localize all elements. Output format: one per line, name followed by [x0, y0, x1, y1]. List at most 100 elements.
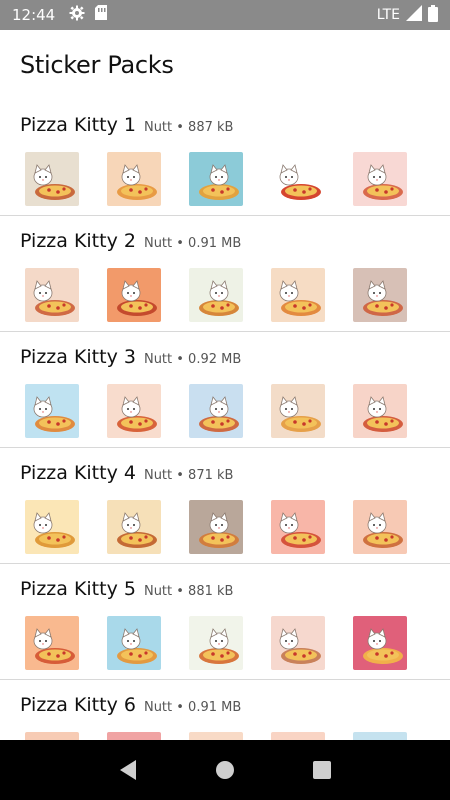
pizza-kitty-sticker-image	[271, 616, 325, 670]
home-icon	[215, 761, 234, 779]
sticker-preview-row	[20, 152, 430, 206]
sticker-thumbnail[interactable]	[189, 500, 243, 554]
sticker-pack-list[interactable]: Pizza Kitty 1 Nutt • 887 kB Pizza Kitty 2 N…	[0, 100, 450, 740]
sticker-pack-row[interactable]: Pizza Kitty 6 Nutt • 0.91 MB	[0, 680, 450, 740]
sticker-pack-name: Pizza Kitty 6	[20, 694, 136, 716]
sticker-thumbnail[interactable]	[189, 268, 243, 322]
pizza-kitty-sticker-image	[189, 384, 243, 438]
pizza-kitty-sticker-image	[189, 152, 243, 206]
status-time: 12:44	[12, 6, 56, 24]
sticker-pack-row[interactable]: Pizza Kitty 3 Nutt • 0.92 MB	[0, 332, 450, 448]
sticker-pack-name: Pizza Kitty 3	[20, 346, 136, 368]
sticker-pack-meta: Nutt • 0.92 MB	[143, 352, 242, 367]
recents-button[interactable]	[302, 750, 342, 790]
recents-icon	[312, 761, 331, 779]
sticker-pack-header: Pizza Kitty 6 Nutt • 0.91 MB	[20, 694, 430, 718]
sticker-preview-row	[20, 500, 430, 554]
sticker-pack-row[interactable]: Pizza Kitty 5 Nutt • 881 kB	[0, 564, 450, 680]
sticker-thumbnail[interactable]	[25, 500, 79, 554]
sticker-thumbnail[interactable]	[353, 384, 407, 438]
pizza-kitty-sticker-image	[271, 268, 325, 322]
sticker-thumbnail[interactable]	[25, 616, 79, 670]
sticker-pack-name: Pizza Kitty 5	[20, 578, 136, 600]
status-icons-left	[69, 5, 108, 26]
sticker-thumbnail[interactable]	[353, 268, 407, 322]
sticker-thumbnail[interactable]	[25, 732, 79, 740]
pizza-kitty-sticker-image	[353, 152, 407, 206]
sticker-pack-row[interactable]: Pizza Kitty 4 Nutt • 871 kB	[0, 448, 450, 564]
sticker-pack-header: Pizza Kitty 1 Nutt • 887 kB	[20, 114, 430, 138]
pizza-kitty-sticker-image	[107, 616, 161, 670]
pizza-kitty-sticker-image	[353, 384, 407, 438]
pizza-kitty-sticker-image	[353, 732, 407, 740]
back-button[interactable]	[108, 750, 148, 790]
pizza-kitty-sticker-image	[271, 152, 325, 206]
sticker-preview-row	[20, 268, 430, 322]
sticker-thumbnail[interactable]	[271, 268, 325, 322]
pizza-kitty-sticker-image	[353, 500, 407, 554]
sticker-pack-header: Pizza Kitty 3 Nutt • 0.92 MB	[20, 346, 430, 370]
sticker-thumbnail[interactable]	[271, 616, 325, 670]
sticker-thumbnail[interactable]	[189, 732, 243, 740]
pizza-kitty-sticker-image	[107, 152, 161, 206]
sticker-thumbnail[interactable]	[353, 500, 407, 554]
sticker-thumbnail[interactable]	[107, 384, 161, 438]
pizza-kitty-sticker-image	[107, 384, 161, 438]
sticker-thumbnail[interactable]	[107, 152, 161, 206]
sticker-preview-row	[20, 732, 430, 740]
sticker-thumbnail[interactable]	[271, 384, 325, 438]
sticker-preview-row	[20, 384, 430, 438]
pizza-kitty-sticker-image	[25, 152, 79, 206]
pizza-kitty-sticker-image	[271, 500, 325, 554]
sticker-thumbnail[interactable]	[271, 152, 325, 206]
sticker-thumbnail[interactable]	[189, 384, 243, 438]
sticker-pack-header: Pizza Kitty 2 Nutt • 0.91 MB	[20, 230, 430, 254]
pizza-kitty-sticker-image	[271, 384, 325, 438]
sticker-pack-row[interactable]: Pizza Kitty 1 Nutt • 887 kB	[0, 100, 450, 216]
sticker-pack-name: Pizza Kitty 1	[20, 114, 136, 136]
battery-icon	[428, 4, 438, 26]
status-bar: 12:44 LTE	[0, 0, 450, 30]
sticker-pack-row[interactable]: Pizza Kitty 2 Nutt • 0.91 MB	[0, 216, 450, 332]
sticker-thumbnail[interactable]	[189, 616, 243, 670]
gear-icon	[69, 5, 85, 26]
sticker-thumbnail[interactable]	[271, 500, 325, 554]
sticker-thumbnail[interactable]	[271, 732, 325, 740]
page-title: Sticker Packs	[20, 51, 174, 79]
pizza-kitty-sticker-image	[189, 616, 243, 670]
pizza-kitty-sticker-image	[25, 384, 79, 438]
sticker-thumbnail[interactable]	[25, 268, 79, 322]
pizza-kitty-sticker-image	[189, 500, 243, 554]
pizza-kitty-sticker-image	[25, 268, 79, 322]
navigation-bar	[0, 740, 450, 800]
pizza-kitty-sticker-image	[25, 732, 79, 740]
sticker-pack-meta: Nutt • 0.91 MB	[143, 236, 242, 251]
sticker-pack-name: Pizza Kitty 2	[20, 230, 136, 252]
status-right: LTE	[376, 4, 438, 26]
sticker-thumbnail[interactable]	[25, 384, 79, 438]
pizza-kitty-sticker-image	[353, 268, 407, 322]
pizza-kitty-sticker-image	[189, 268, 243, 322]
sticker-thumbnail[interactable]	[107, 500, 161, 554]
pizza-kitty-sticker-image	[189, 732, 243, 740]
signal-icon	[406, 5, 422, 25]
sticker-pack-header: Pizza Kitty 5 Nutt • 881 kB	[20, 578, 430, 602]
sticker-thumbnail[interactable]	[353, 732, 407, 740]
sticker-pack-meta: Nutt • 881 kB	[143, 584, 234, 599]
home-button[interactable]	[205, 750, 245, 790]
sticker-thumbnail[interactable]	[107, 616, 161, 670]
pizza-kitty-sticker-image	[25, 616, 79, 670]
app-header: Sticker Packs	[0, 30, 450, 100]
network-label: LTE	[376, 7, 400, 23]
sticker-thumbnail[interactable]	[107, 732, 161, 740]
pizza-kitty-sticker-image	[271, 732, 325, 740]
pizza-kitty-sticker-image	[25, 500, 79, 554]
sticker-thumbnail[interactable]	[353, 152, 407, 206]
sticker-thumbnail[interactable]	[189, 152, 243, 206]
back-icon	[120, 760, 137, 780]
pizza-kitty-sticker-image	[353, 616, 407, 670]
sticker-thumbnail[interactable]	[107, 268, 161, 322]
sticker-thumbnail[interactable]	[353, 616, 407, 670]
sim-card-icon	[95, 5, 108, 25]
sticker-thumbnail[interactable]	[25, 152, 79, 206]
